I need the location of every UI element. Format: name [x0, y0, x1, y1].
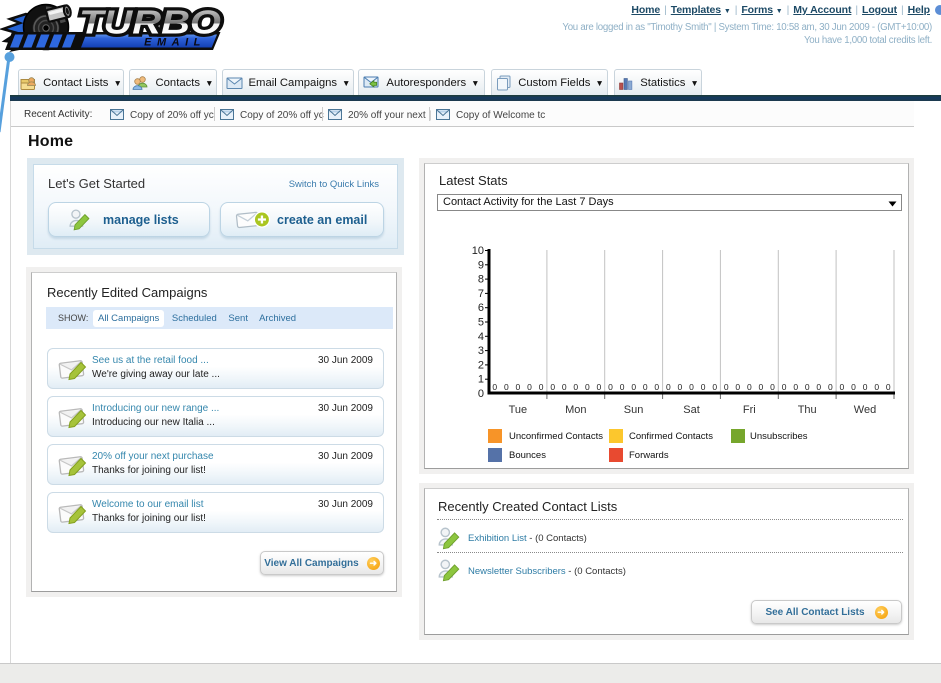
svg-text:0: 0 [492, 382, 497, 392]
svg-text:0: 0 [620, 382, 625, 392]
svg-text:0: 0 [816, 382, 821, 392]
svg-text:0: 0 [643, 382, 648, 392]
svg-text:0: 0 [759, 382, 764, 392]
svg-text:0: 0 [828, 382, 833, 392]
svg-text:TURBO: TURBO [79, 4, 221, 41]
svg-text:0: 0 [747, 382, 752, 392]
svg-text:8: 8 [478, 274, 484, 286]
svg-text:9: 9 [478, 259, 484, 271]
svg-text:0: 0 [550, 382, 555, 392]
svg-text:Mon: Mon [565, 404, 586, 416]
svg-text:6: 6 [478, 302, 484, 314]
svg-text:0: 0 [666, 382, 671, 392]
svg-text:0: 0 [654, 382, 659, 392]
svg-text:0: 0 [851, 382, 856, 392]
svg-text:0: 0 [539, 382, 544, 392]
svg-text:0: 0 [478, 388, 484, 400]
svg-text:2: 2 [478, 359, 484, 371]
svg-text:Fri: Fri [743, 404, 756, 416]
svg-text:0: 0 [585, 382, 590, 392]
svg-text:Tue: Tue [509, 404, 528, 416]
svg-text:0: 0 [597, 382, 602, 392]
svg-text:0: 0 [863, 382, 868, 392]
svg-text:1: 1 [478, 374, 484, 386]
svg-text:Sat: Sat [683, 404, 700, 416]
svg-text:0: 0 [770, 382, 775, 392]
svg-text:0: 0 [516, 382, 521, 392]
svg-text:0: 0 [874, 382, 879, 392]
svg-text:0: 0 [689, 382, 694, 392]
svg-text:0: 0 [701, 382, 706, 392]
svg-text:0: 0 [735, 382, 740, 392]
svg-text:0: 0 [724, 382, 729, 392]
svg-text:0: 0 [678, 382, 683, 392]
svg-text:7: 7 [478, 288, 484, 300]
svg-text:0: 0 [793, 382, 798, 392]
svg-text:0: 0 [631, 382, 636, 392]
svg-text:0: 0 [562, 382, 567, 392]
svg-text:Thu: Thu [798, 404, 817, 416]
svg-text:0: 0 [805, 382, 810, 392]
svg-text:Sun: Sun [624, 404, 644, 416]
svg-text:5: 5 [478, 317, 484, 329]
svg-text:0: 0 [573, 382, 578, 392]
svg-text:0: 0 [782, 382, 787, 392]
svg-text:0: 0 [840, 382, 845, 392]
svg-text:0: 0 [527, 382, 532, 392]
svg-text:4: 4 [478, 331, 484, 343]
svg-text:0: 0 [886, 382, 891, 392]
svg-text:0: 0 [712, 382, 717, 392]
svg-text:3: 3 [478, 345, 484, 357]
svg-text:10: 10 [472, 245, 484, 257]
svg-text:0: 0 [504, 382, 509, 392]
svg-text:Wed: Wed [854, 404, 876, 416]
svg-text:0: 0 [608, 382, 613, 392]
